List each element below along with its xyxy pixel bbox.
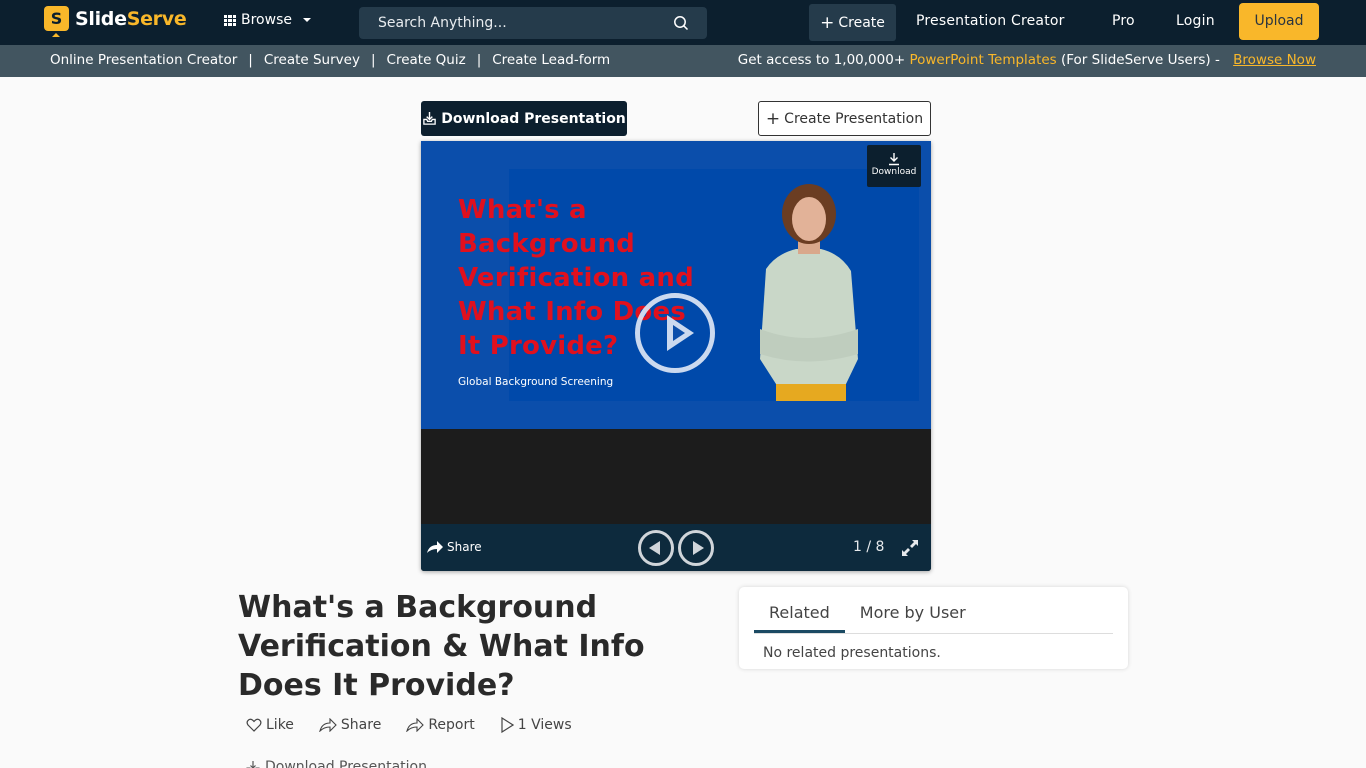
slide-image[interactable]: What's a Background Verification and Wha…	[421, 141, 931, 429]
grid-icon	[224, 14, 236, 26]
search-box	[359, 7, 707, 39]
share-button[interactable]: Share	[319, 717, 381, 733]
powerpoint-templates-link[interactable]: PowerPoint Templates	[909, 52, 1056, 68]
subnav-create-survey[interactable]: Create Survey	[264, 52, 360, 68]
related-tabs: Related More by User	[754, 587, 1113, 634]
upload-button[interactable]: Upload	[1239, 3, 1319, 40]
separator: |	[370, 52, 376, 68]
plus-icon: +	[765, 108, 781, 129]
download-link-label: Download Presentation	[265, 759, 427, 768]
page-counter: 1 / 8	[853, 539, 885, 555]
browse-now-link[interactable]: Browse Now	[1233, 52, 1316, 68]
like-button[interactable]: Like	[246, 717, 294, 733]
presentation-title: What's a Background Verification & What …	[238, 590, 645, 703]
promo-banner: Get access to 1,00,000+ PowerPoint Templ…	[738, 52, 1316, 68]
slide-subtitle: Global Background Screening	[458, 376, 614, 388]
views-count: 1 Views	[500, 717, 572, 733]
logo-text-serve: Serve	[126, 7, 187, 30]
views-label: 1 Views	[517, 717, 572, 733]
woman-photo	[760, 184, 858, 401]
subnav-create-quiz[interactable]: Create Quiz	[387, 52, 466, 68]
plus-icon: +	[820, 12, 835, 33]
report-button[interactable]: Report	[406, 717, 475, 733]
browse-label: Browse	[241, 12, 292, 28]
download-tray-icon	[423, 111, 436, 125]
nav-link-presentation-creator[interactable]: Presentation Creator	[916, 13, 1065, 29]
logo-badge-icon: S	[44, 6, 69, 37]
subnav-create-lead-form[interactable]: Create Lead-form	[492, 52, 610, 68]
subnav-online-presentation-creator[interactable]: Online Presentation Creator	[50, 52, 237, 68]
viewer-controls: Share 1 / 8	[421, 524, 931, 571]
heart-icon	[246, 718, 262, 732]
nav-link-login[interactable]: Login	[1176, 13, 1215, 29]
download-tray-icon	[246, 761, 260, 768]
play-button[interactable]	[635, 293, 715, 373]
sub-navbar: Online Presentation Creator | Create Sur…	[0, 45, 1366, 77]
logo-text: SlideServe	[75, 7, 187, 30]
tab-related[interactable]: Related	[754, 587, 845, 633]
viewer-share-button[interactable]: Share	[426, 540, 482, 554]
viewer-share-label: Share	[447, 540, 482, 554]
fullscreen-icon[interactable]	[900, 538, 920, 558]
slide-download-button[interactable]: Download	[867, 145, 921, 187]
download-presentation-button[interactable]: Download Presentation	[421, 101, 627, 136]
download-presentation-link[interactable]: Download Presentation	[246, 759, 427, 768]
share-label: Share	[340, 717, 382, 733]
play-outline-icon	[501, 717, 514, 733]
tab-more-by-user[interactable]: More by User	[845, 587, 981, 633]
action-bar: Like Share Report 1 Views	[246, 717, 597, 733]
report-icon	[406, 718, 425, 732]
promo-prefix: Get access to 1,00,000+	[737, 52, 910, 68]
slide-viewer: What's a Background Verification and Wha…	[421, 141, 931, 571]
previous-slide-button[interactable]	[638, 530, 674, 566]
slideserve-logo[interactable]: S SlideServe	[44, 6, 187, 37]
create-presentation-button[interactable]: + Create Presentation	[758, 101, 931, 136]
report-label: Report	[428, 717, 475, 733]
download-icon	[889, 153, 899, 166]
browse-menu[interactable]: Browse	[224, 12, 311, 28]
related-panel: Related More by User No related presenta…	[739, 587, 1128, 669]
separator: |	[476, 52, 482, 68]
nav-link-pro[interactable]: Pro	[1112, 13, 1135, 29]
top-navbar: S SlideServe Browse + Create Presentatio…	[0, 0, 1366, 45]
share-arrow-icon	[427, 541, 443, 553]
like-label: Like	[266, 717, 294, 733]
create-button[interactable]: + Create	[809, 4, 896, 41]
logo-text-slide: Slide	[75, 7, 127, 30]
slide-download-label: Download	[871, 167, 917, 177]
share-icon	[319, 718, 337, 732]
chevron-down-icon	[302, 18, 311, 22]
promo-suffix: (For SlideServe Users) -	[1056, 52, 1225, 68]
separator: |	[248, 52, 253, 68]
search-input[interactable]	[359, 7, 659, 39]
next-slide-button[interactable]	[678, 530, 714, 566]
download-presentation-label: Download Presentation	[441, 110, 626, 127]
create-presentation-label: Create Presentation	[784, 110, 924, 127]
create-label: Create	[838, 14, 885, 31]
no-related-message: No related presentations.	[763, 645, 941, 661]
search-icon[interactable]	[673, 15, 689, 31]
